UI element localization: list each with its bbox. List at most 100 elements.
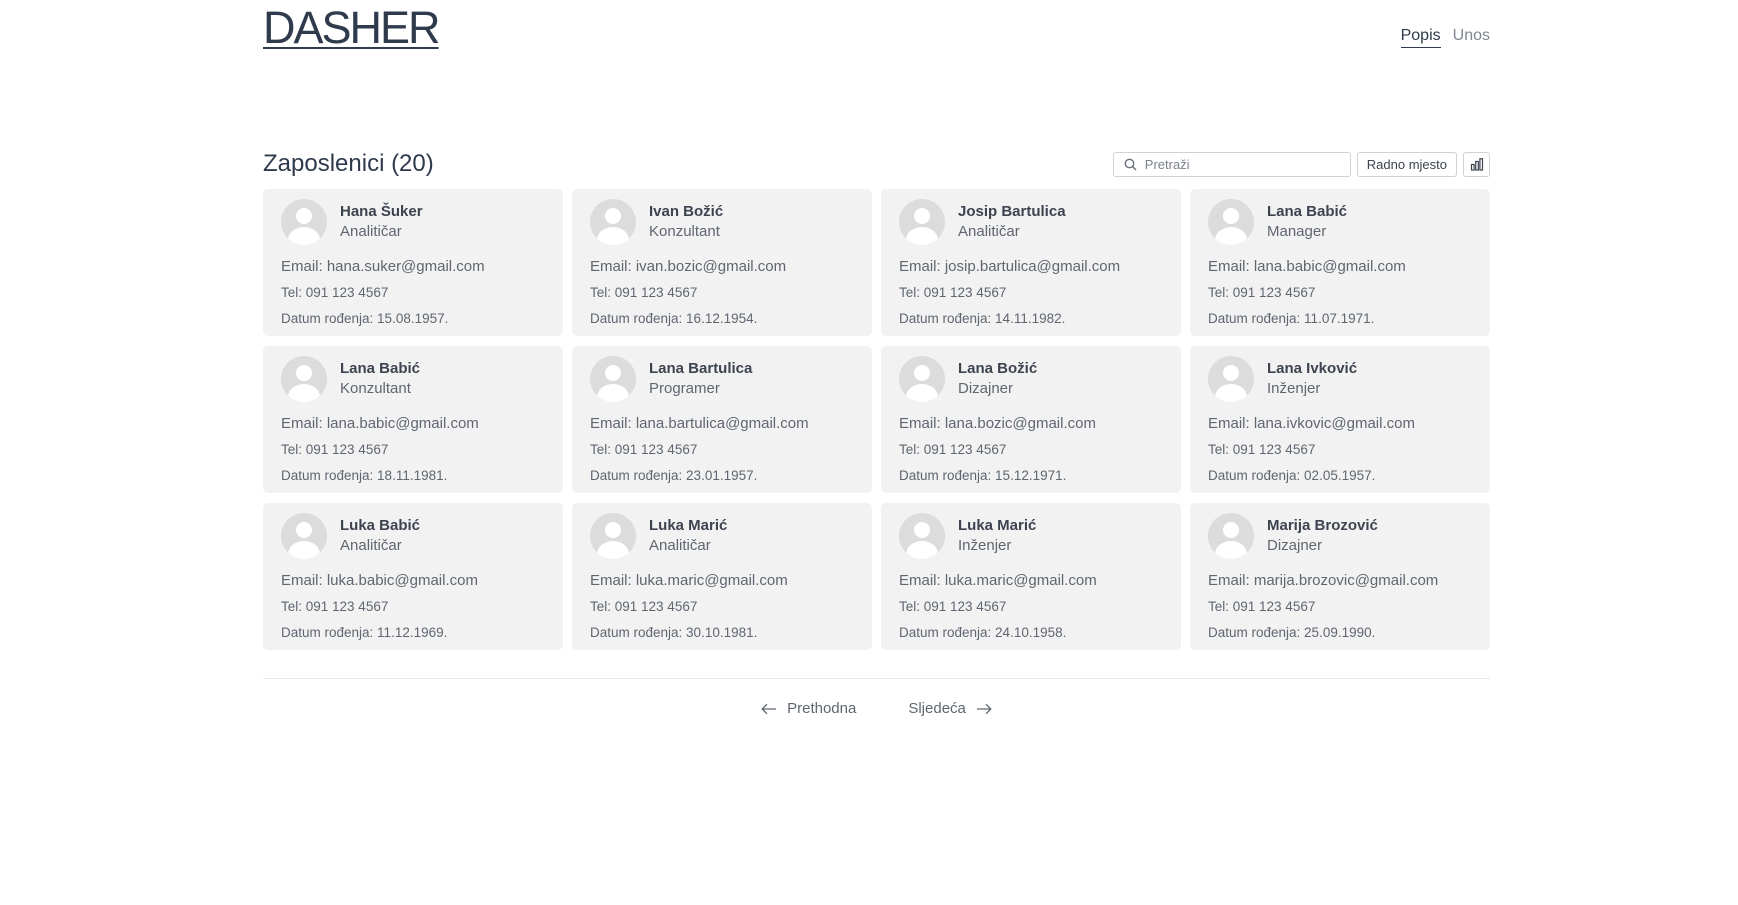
employee-card[interactable]: Ivan Božić Konzultant Email: ivan.bozic@… bbox=[572, 189, 872, 336]
employee-birthdate: Datum rođenja: 23.01.1957. bbox=[590, 468, 758, 483]
employee-phone: Tel: 091 123 4567 bbox=[899, 599, 1007, 614]
employee-phone: Tel: 091 123 4567 bbox=[899, 442, 1007, 457]
avatar-icon bbox=[590, 513, 636, 559]
employee-name: Hana Šuker bbox=[340, 203, 423, 220]
employee-email: Email: luka.maric@gmail.com bbox=[590, 572, 788, 589]
employee-role: Dizajner bbox=[1267, 537, 1323, 554]
employee-grid: Hana Šuker Analitičar Email: hana.suker@… bbox=[263, 189, 1490, 650]
employee-role: Analitičar bbox=[958, 223, 1020, 240]
employee-role: Analitičar bbox=[649, 537, 711, 554]
employee-email: Email: hana.suker@gmail.com bbox=[281, 258, 485, 275]
employee-phone: Tel: 091 123 4567 bbox=[281, 285, 389, 300]
search-icon bbox=[1124, 158, 1137, 171]
prev-page-button[interactable]: Prethodna bbox=[761, 700, 856, 717]
employee-card[interactable]: Marija Brozović Dizajner Email: marija.b… bbox=[1190, 503, 1490, 650]
employee-card[interactable]: Lana Božić Dizajner Email: lana.bozic@gm… bbox=[881, 346, 1181, 493]
nav-link-popis[interactable]: Popis bbox=[1400, 27, 1441, 48]
employee-card[interactable]: Hana Šuker Analitičar Email: hana.suker@… bbox=[263, 189, 563, 336]
employee-names: Luka Marić Analitičar bbox=[649, 516, 727, 556]
employee-names: Josip Bartulica Analitičar bbox=[958, 202, 1066, 242]
employee-name: Lana Babić bbox=[1267, 203, 1348, 220]
avatar-icon bbox=[281, 356, 327, 402]
employee-email: Email: ivan.bozic@gmail.com bbox=[590, 258, 787, 275]
card-header: Lana Babić Konzultant bbox=[281, 356, 545, 402]
employee-email: Email: josip.bartulica@gmail.com bbox=[899, 258, 1121, 275]
employee-info: Email: luka.babic@gmail.com Tel: 091 123… bbox=[281, 568, 545, 646]
card-header: Marija Brozović Dizajner bbox=[1208, 513, 1472, 559]
card-header: Josip Bartulica Analitičar bbox=[899, 199, 1163, 245]
card-header: Hana Šuker Analitičar bbox=[281, 199, 545, 245]
logo[interactable]: DASHER bbox=[263, 2, 441, 54]
employee-role: Analitičar bbox=[340, 537, 402, 554]
prev-page-label: Prethodna bbox=[787, 700, 857, 717]
employee-names: Marija Brozović Dizajner bbox=[1267, 516, 1378, 556]
search-box[interactable] bbox=[1112, 152, 1351, 177]
employee-phone: Tel: 091 123 4567 bbox=[1208, 442, 1316, 457]
employee-birthdate: Datum rođenja: 24.10.1958. bbox=[899, 625, 1067, 640]
card-header: Lana Božić Dizajner bbox=[899, 356, 1163, 402]
employee-info: Email: lana.bartulica@gmail.com Tel: 091… bbox=[590, 411, 854, 489]
card-header: Lana Bartulica Programer bbox=[590, 356, 854, 402]
employee-role: Konzultant bbox=[340, 380, 411, 397]
arrow-right-icon bbox=[976, 703, 992, 714]
employee-names: Lana Babić Manager bbox=[1267, 202, 1347, 242]
employee-birthdate: Datum rođenja: 14.11.1982. bbox=[899, 311, 1066, 326]
job-filter-button[interactable]: Radno mjesto bbox=[1356, 152, 1457, 177]
employee-info: Email: hana.suker@gmail.com Tel: 091 123… bbox=[281, 254, 545, 332]
pagination: Prethodna Sljedeća bbox=[263, 700, 1490, 717]
employee-name: Luka Marić bbox=[958, 517, 1037, 534]
employee-names: Luka Babić Analitičar bbox=[340, 516, 420, 556]
employee-name: Josip Bartulica bbox=[958, 203, 1066, 220]
search-input[interactable] bbox=[1142, 156, 1337, 173]
employee-card[interactable]: Luka Marić Analitičar Email: luka.maric@… bbox=[572, 503, 872, 650]
card-header: Luka Babić Analitičar bbox=[281, 513, 545, 559]
employee-names: Luka Marić Inženjer bbox=[958, 516, 1036, 556]
employee-email: Email: luka.babic@gmail.com bbox=[281, 572, 478, 589]
toolbar: Radno mjesto bbox=[1112, 152, 1490, 177]
employee-info: Email: ivan.bozic@gmail.com Tel: 091 123… bbox=[590, 254, 854, 332]
avatar-icon bbox=[590, 199, 636, 245]
employee-birthdate: Datum rođenja: 11.07.1971. bbox=[1208, 311, 1375, 326]
employee-card[interactable]: Lana Ivković Inženjer Email: lana.ivkovi… bbox=[1190, 346, 1490, 493]
chart-button[interactable] bbox=[1463, 152, 1490, 177]
employee-phone: Tel: 091 123 4567 bbox=[590, 285, 698, 300]
employee-card[interactable]: Luka Babić Analitičar Email: luka.babic@… bbox=[263, 503, 563, 650]
employee-phone: Tel: 091 123 4567 bbox=[1208, 599, 1316, 614]
arrow-left-icon bbox=[761, 703, 777, 714]
employee-birthdate: Datum rođenja: 15.08.1957. bbox=[281, 311, 449, 326]
next-page-label: Sljedeća bbox=[908, 700, 966, 717]
employee-info: Email: lana.babic@gmail.com Tel: 091 123… bbox=[281, 411, 545, 489]
employee-role: Dizajner bbox=[958, 380, 1014, 397]
employee-role: Inženjer bbox=[958, 537, 1012, 554]
employee-names: Lana Bartulica Programer bbox=[649, 359, 752, 399]
next-page-button[interactable]: Sljedeća bbox=[908, 700, 992, 717]
employee-card[interactable]: Lana Babić Konzultant Email: lana.babic@… bbox=[263, 346, 563, 493]
employee-name: Lana Ivković bbox=[1267, 360, 1358, 377]
employee-card[interactable]: Luka Marić Inženjer Email: luka.maric@gm… bbox=[881, 503, 1181, 650]
employee-phone: Tel: 091 123 4567 bbox=[590, 442, 698, 457]
employee-names: Ivan Božić Konzultant bbox=[649, 202, 723, 242]
employee-info: Email: marija.brozovic@gmail.com Tel: 09… bbox=[1208, 568, 1472, 646]
employee-role: Inženjer bbox=[1267, 380, 1321, 397]
divider bbox=[263, 678, 1490, 679]
employee-name: Lana Bartulica bbox=[649, 360, 753, 377]
avatar-icon bbox=[281, 199, 327, 245]
avatar-icon bbox=[899, 199, 945, 245]
employee-phone: Tel: 091 123 4567 bbox=[281, 442, 389, 457]
employee-info: Email: luka.maric@gmail.com Tel: 091 123… bbox=[590, 568, 854, 646]
avatar-icon bbox=[1208, 356, 1254, 402]
employee-card[interactable]: Lana Babić Manager Email: lana.babic@gma… bbox=[1190, 189, 1490, 336]
employee-name: Ivan Božić bbox=[649, 203, 724, 220]
card-header: Lana Babić Manager bbox=[1208, 199, 1472, 245]
employee-name: Marija Brozović bbox=[1267, 517, 1378, 534]
employee-birthdate: Datum rođenja: 25.09.1990. bbox=[1208, 625, 1376, 640]
employee-birthdate: Datum rođenja: 02.05.1957. bbox=[1208, 468, 1376, 483]
employee-birthdate: Datum rođenja: 11.12.1969. bbox=[281, 625, 448, 640]
avatar-icon bbox=[590, 356, 636, 402]
employee-card[interactable]: Josip Bartulica Analitičar Email: josip.… bbox=[881, 189, 1181, 336]
employee-email: Email: luka.maric@gmail.com bbox=[899, 572, 1097, 589]
employee-info: Email: josip.bartulica@gmail.com Tel: 09… bbox=[899, 254, 1163, 332]
employee-info: Email: lana.babic@gmail.com Tel: 091 123… bbox=[1208, 254, 1472, 332]
nav-link-unos[interactable]: Unos bbox=[1453, 27, 1490, 48]
employee-card[interactable]: Lana Bartulica Programer Email: lana.bar… bbox=[572, 346, 872, 493]
